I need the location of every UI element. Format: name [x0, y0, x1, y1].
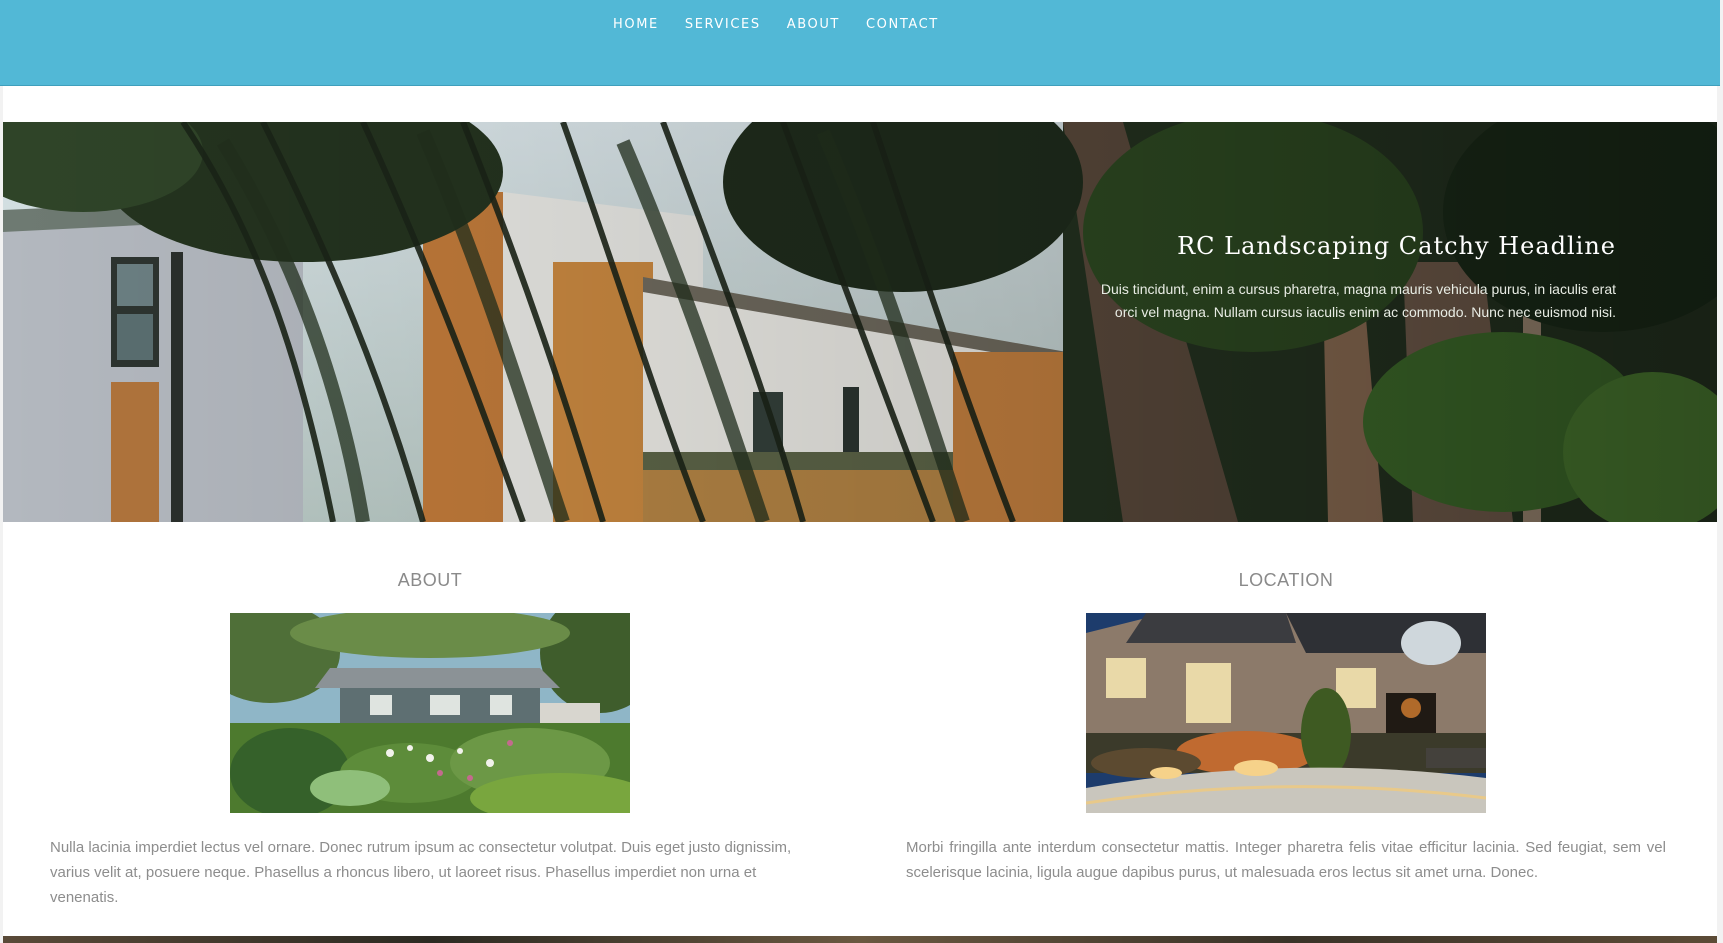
- nav-contact-link[interactable]: CONTACT: [866, 17, 939, 32]
- main-nav: HOME SERVICES ABOUT CONTACT: [613, 17, 1720, 32]
- footer-image-strip: [3, 936, 1717, 943]
- about-heading: ABOUT: [397, 570, 463, 590]
- about-text: Nulla lacinia imperdiet lectus vel ornar…: [50, 839, 792, 906]
- nav-home-link[interactable]: HOME: [613, 17, 659, 32]
- about-photo-garden-house: [230, 613, 630, 813]
- hero-headline: RC Landscaping Catchy Headline: [1177, 232, 1616, 260]
- location-photo-stone-house-night: [1086, 613, 1486, 813]
- nav-services-link[interactable]: SERVICES: [685, 17, 761, 32]
- nav-about-link[interactable]: ABOUT: [787, 17, 840, 32]
- location-section: LOCATION Morbi fringilla ante interdum c…: [906, 570, 1666, 885]
- location-heading: LOCATION: [1238, 570, 1334, 590]
- page: HOME SERVICES ABOUT CONTACT RC Landscapi…: [0, 0, 1723, 943]
- hero-text-block: RC Landscaping Catchy Headline Duis tinc…: [1096, 232, 1616, 324]
- about-section: ABOUT Nulla lacinia imperdiet lectus vel…: [50, 570, 810, 910]
- location-text: Morbi fringilla ante interdum consectetu…: [906, 839, 1666, 881]
- hero-description: Duis tincidunt, enim a cursus pharetra, …: [1100, 281, 1616, 320]
- hero-banner: RC Landscaping Catchy Headline Duis tinc…: [3, 122, 1717, 522]
- top-navigation-bar: HOME SERVICES ABOUT CONTACT: [0, 0, 1720, 86]
